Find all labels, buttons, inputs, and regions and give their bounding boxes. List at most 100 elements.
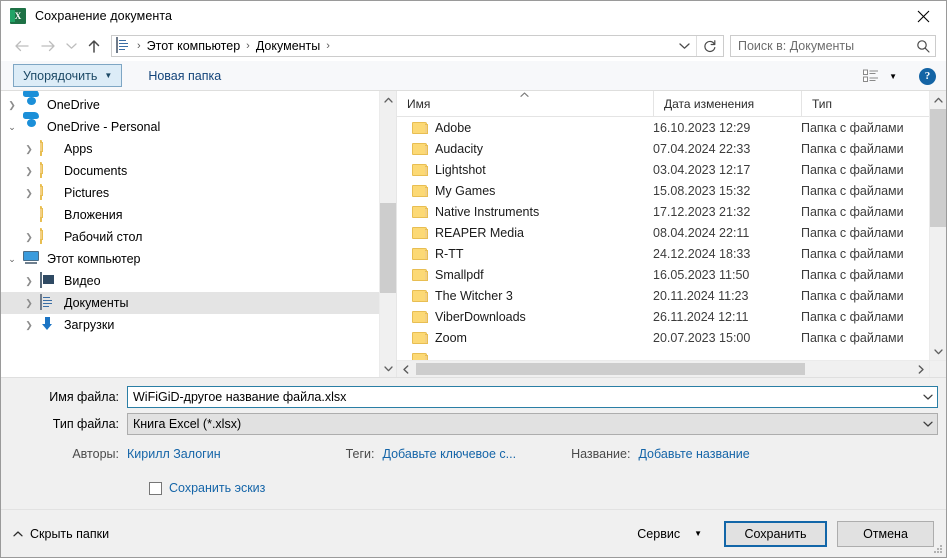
file-type-cell: Папка с файлами: [801, 267, 904, 282]
chevron-down-icon: ▼: [694, 529, 702, 538]
chevron-down-icon[interactable]: [919, 394, 937, 400]
file-name-cell: R-TT: [397, 247, 653, 261]
scroll-up-button[interactable]: [380, 91, 396, 108]
sidebar-item-label: Загрузки: [64, 318, 115, 332]
table-row[interactable]: Audacity 07.04.2024 22:33 Папка с файлам…: [397, 138, 929, 159]
chevron-right-icon[interactable]: ❯: [18, 226, 40, 248]
chevron-right-icon[interactable]: ❯: [1, 94, 23, 116]
chevron-right-icon[interactable]: ❯: [18, 160, 40, 182]
file-name-cell: Native Instruments: [397, 205, 653, 219]
sidebar-item-vlozheniya[interactable]: Вложения: [1, 204, 396, 226]
refresh-button[interactable]: [696, 36, 723, 56]
table-row[interactable]: REAPER Media 08.04.2024 22:11 Папка с фа…: [397, 222, 929, 243]
table-row[interactable]: Lightshot 03.04.2023 12:17 Папка с файла…: [397, 159, 929, 180]
filetype-label: Тип файла:: [52, 417, 119, 431]
table-row[interactable]: My Games 15.08.2023 15:32 Папка с файлам…: [397, 180, 929, 201]
address-dropdown-button[interactable]: [672, 36, 696, 56]
hide-folders-button[interactable]: Скрыть папки: [13, 527, 109, 541]
resize-grip[interactable]: [933, 544, 943, 554]
breadcrumb-item-documents[interactable]: Документы: [252, 39, 324, 53]
scroll-down-button[interactable]: [930, 343, 946, 360]
table-row[interactable]: ViberDownloads 26.11.2024 12:11 Папка с …: [397, 306, 929, 327]
chevron-down-icon[interactable]: [919, 421, 937, 427]
file-name-cell: The Witcher 3: [397, 289, 653, 303]
column-header-name[interactable]: Имя: [397, 91, 653, 116]
scroll-up-button[interactable]: [930, 91, 946, 108]
up-button[interactable]: [81, 34, 107, 58]
hscroll-thumb[interactable]: [416, 363, 805, 375]
filename-input[interactable]: [128, 389, 919, 405]
title-value[interactable]: Добавьте название: [638, 447, 749, 461]
save-thumbnail-label[interactable]: Сохранить эскиз: [169, 481, 265, 495]
column-header-label: Тип: [812, 96, 833, 111]
organize-button[interactable]: Упорядочить ▼: [13, 64, 123, 87]
cancel-button[interactable]: Отмена: [837, 520, 934, 547]
column-header-type[interactable]: Тип: [801, 91, 929, 116]
help-button[interactable]: ?: [919, 67, 936, 85]
breadcrumb[interactable]: › Этот компьютер › Документы ›: [111, 35, 724, 57]
sidebar-item-onedrive[interactable]: ❯ OneDrive: [1, 94, 396, 116]
tools-button[interactable]: Сервис ▼: [629, 521, 710, 547]
filelist-scrollbar[interactable]: [929, 91, 946, 377]
scroll-left-button[interactable]: [397, 361, 414, 377]
tags-value[interactable]: Добавьте ключевое с...: [383, 447, 517, 461]
chevron-down-icon[interactable]: ⌄: [1, 248, 23, 270]
sort-ascending-icon: [520, 91, 529, 99]
table-row[interactable]: R-TT 24.12.2024 18:33 Папка с файлами: [397, 243, 929, 264]
filetype-combo[interactable]: Книга Excel (*.xlsx): [127, 413, 938, 435]
sidebar-item-pictures[interactable]: ❯ Pictures: [1, 182, 396, 204]
sidebar-item-apps[interactable]: ❯ Apps: [1, 138, 396, 160]
chevron-right-icon[interactable]: ❯: [18, 182, 40, 204]
table-row[interactable]: Adobe 16.10.2023 12:29 Папка с файлами: [397, 117, 929, 138]
file-date-cell: 17.12.2023 21:32: [653, 204, 751, 219]
back-button[interactable]: [9, 34, 35, 58]
view-options-chevron-down-icon[interactable]: ▼: [889, 72, 897, 81]
navpane-scrollbar[interactable]: [379, 91, 396, 377]
chevron-right-icon[interactable]: ❯: [18, 138, 40, 160]
scrollbar-corner: [929, 360, 946, 377]
filelist-scroll-thumb[interactable]: [930, 109, 946, 227]
chevron-right-icon[interactable]: ❯: [18, 292, 40, 314]
folder-icon: [40, 162, 57, 179]
table-row[interactable]: The Witcher 3 20.11.2024 11:23 Папка с ф…: [397, 285, 929, 306]
scroll-right-button[interactable]: [912, 361, 929, 377]
chevron-down-icon[interactable]: ⌄: [1, 116, 23, 138]
folder-icon: [412, 163, 428, 176]
navpane-scroll-thumb[interactable]: [380, 203, 396, 293]
table-row[interactable]: Smallpdf 16.05.2023 11:50 Папка с файлам…: [397, 264, 929, 285]
table-row[interactable]: Zoom 20.07.2023 15:00 Папка с файлами: [397, 327, 929, 348]
chevron-up-icon: [13, 529, 23, 539]
filename-combo[interactable]: [127, 386, 938, 408]
filetype-row: Тип файла: Книга Excel (*.xlsx): [1, 413, 946, 435]
search-input[interactable]: [731, 38, 911, 54]
table-row[interactable]: Native Instruments 17.12.2023 21:32 Папк…: [397, 201, 929, 222]
close-button[interactable]: [900, 1, 946, 31]
sidebar-item-label: Вложения: [64, 208, 123, 222]
chevron-right-icon[interactable]: ❯: [18, 270, 40, 292]
chevron-right-icon[interactable]: ❯: [18, 314, 40, 336]
save-thumbnail-row[interactable]: Сохранить эскиз: [1, 477, 946, 499]
authors-value[interactable]: Кирилл Залогин: [127, 447, 221, 461]
sidebar-item-documents[interactable]: ❯ Документы: [1, 292, 396, 314]
save-button[interactable]: Сохранить: [724, 520, 827, 547]
dialog-footer: Скрыть папки Сервис ▼ Сохранить Отмена: [1, 509, 946, 557]
table-row-partial[interactable]: [397, 348, 929, 360]
sidebar-item-onedrive-personal[interactable]: ⌄ OneDrive - Personal: [1, 116, 396, 138]
save-thumbnail-checkbox[interactable]: [149, 481, 162, 495]
file-date-cell: 03.04.2023 12:17: [653, 162, 751, 177]
scroll-down-button[interactable]: [380, 360, 396, 377]
breadcrumb-item-computer[interactable]: Этот компьютер: [143, 39, 244, 53]
computer-icon: [23, 251, 40, 267]
column-header-date[interactable]: Дата изменения: [653, 91, 801, 116]
sidebar-item-this-pc[interactable]: ⌄ Этот компьютер: [1, 248, 396, 270]
recent-locations-button[interactable]: [61, 34, 81, 58]
sidebar-item-downloads[interactable]: ❯ Загрузки: [1, 314, 396, 336]
view-list-icon[interactable]: [860, 69, 882, 83]
new-folder-button[interactable]: Новая папка: [138, 64, 231, 87]
sidebar-item-documents-od[interactable]: ❯ Documents: [1, 160, 396, 182]
forward-button[interactable]: [35, 34, 61, 58]
sidebar-item-desktop[interactable]: ❯ Рабочий стол: [1, 226, 396, 248]
search-box[interactable]: [730, 35, 936, 57]
filelist-hscrollbar[interactable]: [397, 360, 929, 377]
sidebar-item-video[interactable]: ❯ Видео: [1, 270, 396, 292]
